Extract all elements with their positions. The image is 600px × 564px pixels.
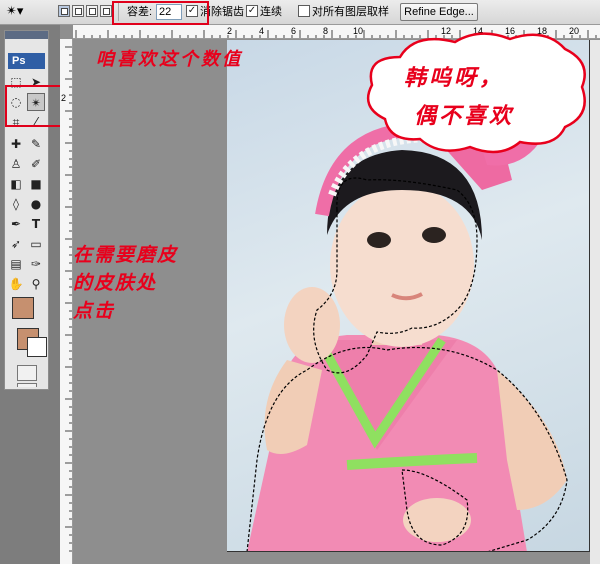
foreground-color-swatch[interactable] [12,297,34,319]
quick-mask-button[interactable] [17,365,37,381]
notes-icon[interactable]: ▤ [7,255,25,273]
ruler-left-ticks [65,46,72,552]
refine-edge-button[interactable]: Refine Edge... [400,3,478,21]
dodge-icon[interactable]: ● [27,195,45,213]
annotation-click-line-2: 的皮肤处 [73,272,158,294]
ruler-number: 2 [61,93,67,103]
intersect-selection-button[interactable] [100,5,112,17]
ruler-number: 8 [323,26,329,36]
ruler-number: 2 [227,26,233,36]
type-icon[interactable]: T [27,215,45,233]
subtract-from-selection-button[interactable] [86,5,98,17]
options-bar: ✴▾ 容差: 22 ✓ 消除锯齿 ✓ 连续 对所有图层取样 Refine Edg… [0,0,600,25]
annotation-tolerance-note: 咱喜欢这个数值 [96,49,243,70]
annotation-bubble-line-1: 韩呜呀， [404,65,505,91]
contiguous-checkbox[interactable]: ✓ [246,5,258,17]
history-brush-icon[interactable]: ✐ [27,155,45,173]
ruler-number: 6 [291,26,297,36]
ps-logo[interactable]: Ps [8,53,45,69]
eraser-icon[interactable]: ◧ [7,175,25,193]
healing-brush-icon[interactable]: ✚ [7,135,25,153]
background-color-swatch[interactable] [27,337,47,357]
ruler-number: 4 [259,26,265,36]
new-selection-button[interactable] [58,5,70,17]
gradient-icon[interactable]: ■ [27,175,45,193]
sample-all-layers-label: 对所有图层取样 [312,6,389,18]
contiguous-label: 连续 [260,6,282,18]
path-selection-icon[interactable]: ➶ [7,235,25,253]
annotation-bubble-line-2: 偶不喜欢 [414,103,515,129]
tolerance-highlight-box [112,1,209,25]
zoom-icon[interactable]: ⚲ [27,275,45,293]
eyedropper-icon[interactable]: ✑ [27,255,45,273]
clone-stamp-icon[interactable]: ♙ [7,155,25,173]
annotation-click-line-3: 点击 [73,300,116,322]
toolbox: Ps ⬚ ➤ ◌ ✴ ⌗ ⁄ ✚ ✎ ♙ ✐ ◧ ■ ◊ ● ✒ T ➶ ▭ ▤… [4,30,49,390]
sample-all-layers-checkbox[interactable] [298,5,310,17]
annotation-click-line-1: 在需要磨皮 [73,244,179,266]
blur-icon[interactable]: ◊ [7,195,25,213]
magic-wand-icon[interactable]: ✴▾ [6,3,36,21]
brush-icon[interactable]: ✎ [27,135,45,153]
hand-icon[interactable]: ✋ [7,275,25,293]
add-to-selection-button[interactable] [72,5,84,17]
toolbox-header [5,31,48,39]
ruler-left: 2 [60,39,73,564]
speech-bubble [366,32,586,154]
shape-icon[interactable]: ▭ [27,235,45,253]
pen-icon[interactable]: ✒ [7,215,25,233]
screen-mode-button[interactable] [17,383,37,387]
